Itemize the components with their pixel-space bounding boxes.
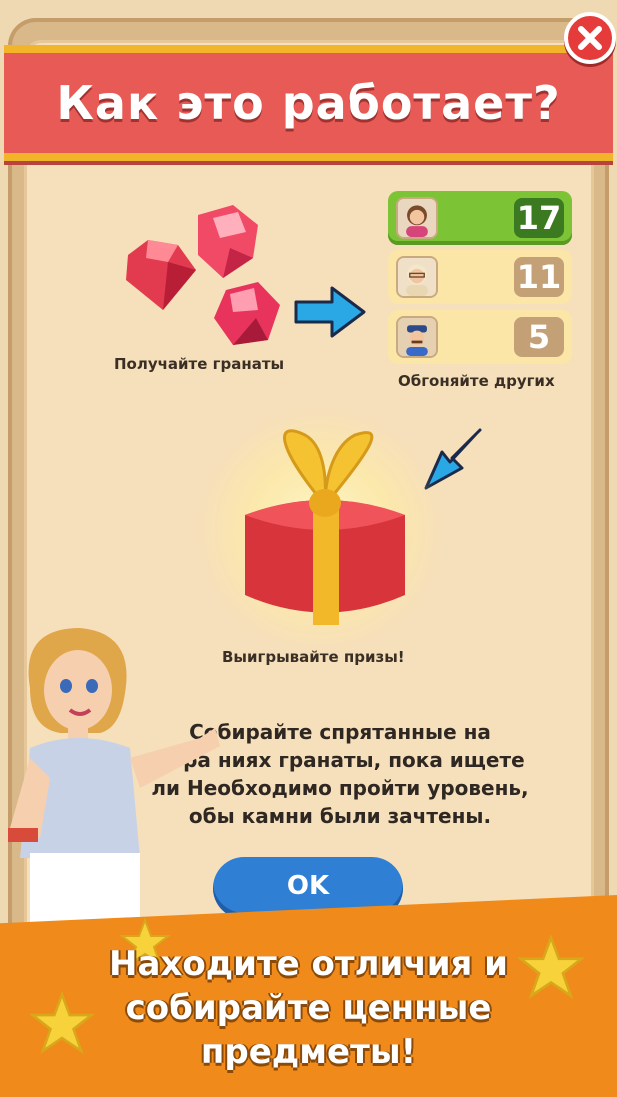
garnet-icon — [126, 240, 196, 310]
close-icon — [578, 26, 602, 50]
leaderboard-row: 17 — [388, 191, 572, 245]
garnet-icon — [214, 282, 280, 345]
dialog-title: Как это работает? — [56, 76, 561, 130]
collect-caption: Получайте гранаты — [114, 355, 285, 373]
arrow-right-icon — [294, 286, 366, 338]
woman-avatar-icon — [396, 197, 438, 239]
leaderboard-row: 5 — [388, 310, 572, 364]
leaderboard-score: 17 — [514, 198, 564, 238]
leaderboard-score: 11 — [514, 257, 564, 297]
leaderboard-row: 11 — [388, 250, 572, 304]
promo-line: собирайте ценные — [125, 988, 492, 1028]
leaderboard-score: 5 — [514, 317, 564, 357]
man-cap-avatar-icon — [396, 316, 438, 358]
gift-box-icon — [245, 429, 405, 625]
win-caption: Выигрывайте призы! — [222, 648, 405, 666]
garnets-illustration — [126, 205, 280, 345]
promo-line: Находите отличия и — [108, 944, 509, 984]
promo-text: Находите отличия и собирайте ценные пред… — [0, 942, 617, 1074]
close-button[interactable] — [564, 12, 616, 64]
old-man-avatar-icon — [396, 256, 438, 298]
overtake-caption: Обгоняйте других — [398, 372, 555, 390]
promo-line: предметы! — [200, 1032, 417, 1072]
character-illustration — [8, 628, 220, 928]
garnet-icon — [198, 205, 258, 278]
title-banner: Как это работает? — [4, 45, 613, 161]
